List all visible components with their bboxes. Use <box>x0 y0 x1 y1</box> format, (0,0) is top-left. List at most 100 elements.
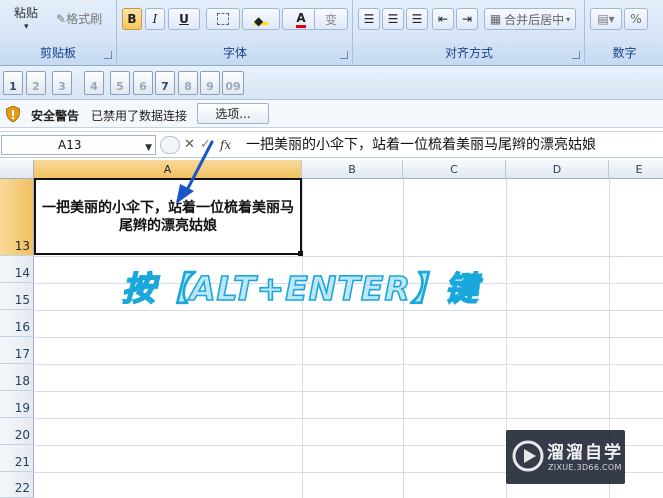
toolbar-icon-3[interactable]: 3 <box>52 71 72 95</box>
decrease-indent-button[interactable]: ⇤ <box>432 8 454 30</box>
toolbar-icon-2[interactable]: 2 <box>26 71 46 95</box>
alignment-launcher-icon[interactable] <box>572 51 580 59</box>
gridline <box>302 179 303 498</box>
formula-input[interactable]: 一把美丽的小伞下，站着一位梳着美丽马尾辫的漂亮姑娘 <box>246 135 663 155</box>
gridline <box>34 256 663 257</box>
merge-center-button[interactable]: ▦ 合并后居中 ▾ <box>484 8 576 30</box>
toolbar-icon-4[interactable]: 4 <box>84 71 104 95</box>
number-group: ▤▾ % 数字 <box>586 0 663 64</box>
security-warning-bar: 安全警告 已禁用了数据连接 选项... <box>0 100 663 128</box>
annotation-text: 按【ALT+ENTER】键 <box>121 268 479 309</box>
gridline <box>34 337 663 338</box>
font-group-label: 字体 <box>222 46 247 60</box>
merge-icon: ▦ <box>489 12 502 26</box>
watermark: 溜溜自学 ZIXUE.3D66.COM <box>506 430 625 484</box>
cell-a13[interactable]: 一把美丽的小伞下，站着一位梳着美丽马尾辫的漂亮姑娘 <box>34 178 302 255</box>
column-header-d[interactable]: D <box>506 160 609 179</box>
border-icon <box>217 13 229 25</box>
phonetic-button[interactable]: 变 <box>314 8 348 30</box>
column-header-b[interactable]: B <box>302 160 403 179</box>
align-right-icon: ☰ <box>411 12 423 26</box>
cell-a13-text: 一把美丽的小伞下，站着一位梳着美丽马尾辫的漂亮姑娘 <box>42 199 294 234</box>
paste-dropdown-icon[interactable]: ▾ <box>24 22 29 32</box>
column-header-a[interactable]: A <box>34 160 302 179</box>
increase-indent-icon: ⇥ <box>461 12 473 26</box>
row-header-13[interactable]: 13 <box>0 179 34 256</box>
align-center-button[interactable]: ☰ <box>382 8 404 30</box>
select-all-corner[interactable] <box>0 160 34 179</box>
toolbar-icon-6[interactable]: 6 <box>133 71 153 95</box>
options-button[interactable]: 选项... <box>197 103 269 124</box>
currency-icon: ▤▾ <box>597 12 615 26</box>
italic-button[interactable]: I <box>145 8 165 30</box>
shield-warning-icon <box>6 106 20 122</box>
row-header-20[interactable]: 20 <box>0 418 34 445</box>
name-box-dropdown-icon[interactable]: ▼ <box>145 139 152 157</box>
row-header-19[interactable]: 19 <box>0 391 34 418</box>
column-header-e[interactable]: E <box>609 160 663 179</box>
brush-icon: ✎ <box>56 12 67 26</box>
watermark-title: 溜溜自学 <box>547 443 623 463</box>
format-painter-button[interactable]: ✎格式刷 <box>56 10 102 27</box>
gridline <box>34 391 663 392</box>
toolbar-icon-5[interactable]: 5 <box>110 71 130 95</box>
row-header-16[interactable]: 16 <box>0 310 34 337</box>
row-header-15[interactable]: 15 <box>0 283 34 310</box>
merge-center-label: 合并后居中 <box>504 12 565 27</box>
row-header-17[interactable]: 17 <box>0 337 34 364</box>
paint-bucket-icon: ◆ <box>254 14 268 28</box>
alignment-group: ☰ ☰ ☰ ⇤ ⇥ ▦ 合并后居中 ▾ 对齐方式 <box>354 0 585 64</box>
fill-handle[interactable] <box>298 251 303 256</box>
name-box-value: A13 <box>58 138 82 152</box>
toolbar-icon-09[interactable]: 09 <box>222 71 244 95</box>
align-left-button[interactable]: ☰ <box>358 8 380 30</box>
align-center-icon: ☰ <box>387 12 399 26</box>
toolbar-icon-1[interactable]: 1 <box>3 71 23 95</box>
security-warning-title: 安全警告 <box>31 109 80 123</box>
row-header-22[interactable]: 22 <box>0 472 34 498</box>
toolbar-icon-7[interactable]: 7 <box>155 71 175 95</box>
clipboard-group: 粘贴 ▾ ✎格式刷 剪贴板 <box>0 0 117 64</box>
gridline <box>34 418 663 419</box>
row-header-14[interactable]: 14 <box>0 256 34 283</box>
bold-button[interactable]: B <box>122 8 142 30</box>
font-group: B I U ◆ A 变 字体 <box>118 0 353 64</box>
toolbar-icon-9[interactable]: 9 <box>200 71 220 95</box>
name-box[interactable]: A13 ▼ <box>1 135 156 155</box>
ribbon: 粘贴 ▾ ✎格式刷 剪贴板 B I U ◆ A 变 字体 ☰ ☰ ☰ ⇤ ⇥ ▦ <box>0 0 663 66</box>
row-header-21[interactable]: 21 <box>0 445 34 472</box>
formula-bar: A13 ▼ ✕ ✓ fx 一把美丽的小伞下，站着一位梳着美丽马尾辫的漂亮姑娘 <box>0 131 663 158</box>
font-color-label: A <box>296 11 306 28</box>
gridline <box>34 364 663 365</box>
decrease-indent-icon: ⇤ <box>437 12 449 26</box>
increase-indent-button[interactable]: ⇥ <box>456 8 478 30</box>
toolbar-icon-8[interactable]: 8 <box>178 71 198 95</box>
alignment-group-label: 对齐方式 <box>444 46 493 60</box>
font-launcher-icon[interactable] <box>340 51 348 59</box>
underline-button[interactable]: U <box>168 8 200 30</box>
align-right-button[interactable]: ☰ <box>406 8 428 30</box>
row-header-18[interactable]: 18 <box>0 364 34 391</box>
play-logo-icon <box>512 440 544 472</box>
gridline <box>34 310 663 311</box>
gridline <box>403 179 404 498</box>
insert-function-button[interactable]: fx <box>220 135 231 155</box>
security-warning-message: 已禁用了数据连接 <box>91 109 188 123</box>
clipboard-group-label: 剪贴板 <box>39 46 76 60</box>
quick-toolbar: 1 2 3 4 5 6 7 8 9 09 <box>0 66 663 100</box>
watermark-url: ZIXUE.3D66.COM <box>548 463 622 472</box>
column-header-c[interactable]: C <box>403 160 506 179</box>
clipboard-launcher-icon[interactable] <box>104 51 112 59</box>
currency-button[interactable]: ▤▾ <box>590 8 622 30</box>
border-button[interactable] <box>206 8 240 30</box>
percent-button[interactable]: % <box>624 8 648 30</box>
annotation-arrow-icon <box>176 140 214 204</box>
align-left-icon: ☰ <box>363 12 375 26</box>
column-header-bar: A B C D E <box>0 160 663 179</box>
phonetic-label: 变 <box>324 12 337 27</box>
fill-color-button[interactable]: ◆ <box>242 8 280 30</box>
number-group-label: 数字 <box>612 46 637 60</box>
format-painter-label: 格式刷 <box>66 12 103 26</box>
paste-button[interactable]: 粘贴 <box>14 4 38 21</box>
merge-dropdown-icon: ▾ <box>566 14 571 24</box>
